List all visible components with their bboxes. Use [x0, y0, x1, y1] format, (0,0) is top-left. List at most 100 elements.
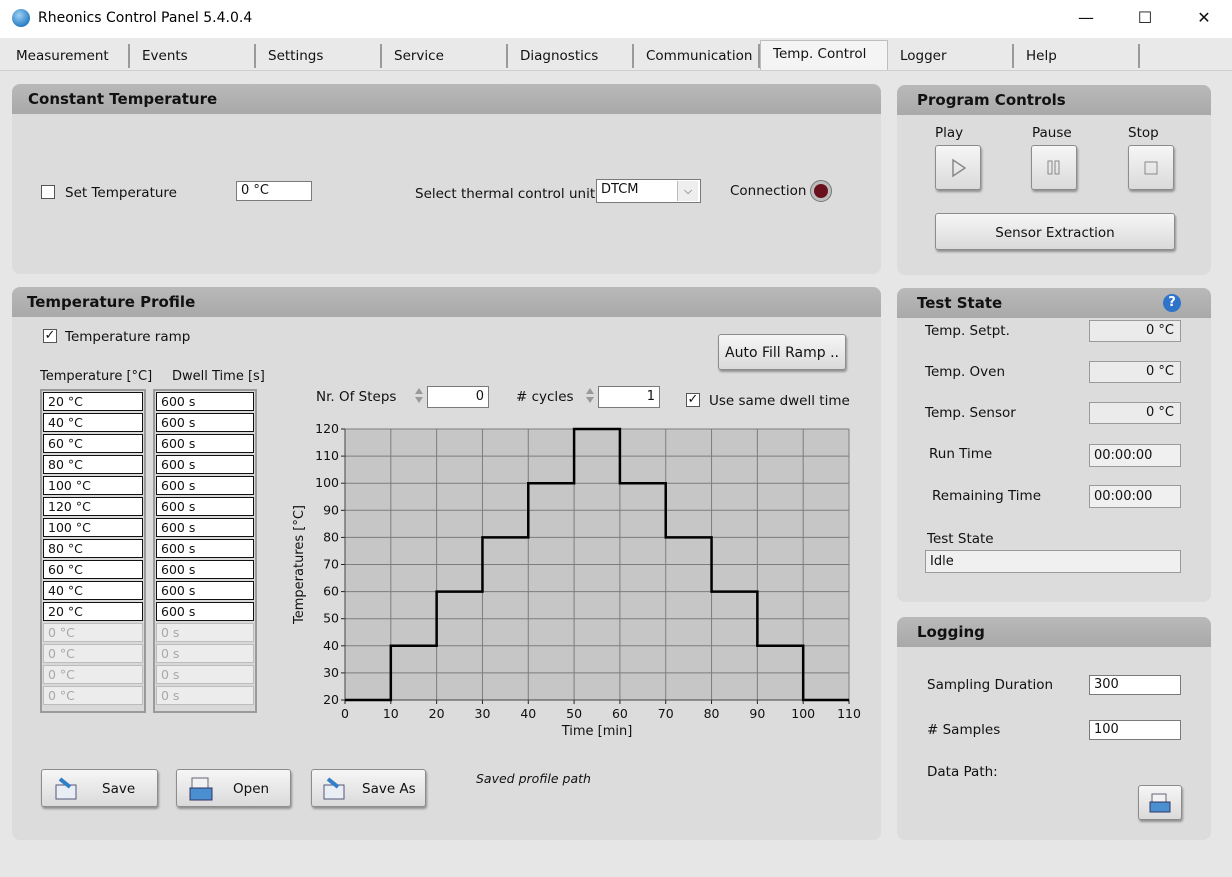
tab-diagnostics[interactable]: Diagnostics	[508, 44, 634, 68]
temperature-cell[interactable]: 0 °C	[43, 665, 143, 684]
save-as-label: Save As	[362, 781, 416, 797]
temperature-cell[interactable]: 100 °C	[43, 476, 143, 495]
play-label: Play	[935, 125, 964, 141]
dwell-time-cell[interactable]: 600 s	[156, 455, 254, 474]
remaining-time-label: Remaining Time	[932, 488, 1042, 504]
dwell-time-cell[interactable]: 600 s	[156, 476, 254, 495]
temperature-cell[interactable]: 40 °C	[43, 413, 143, 432]
dwell-time-cell[interactable]: 600 s	[156, 539, 254, 558]
tab-logger[interactable]: Logger	[888, 44, 1014, 68]
dwell-time-cell[interactable]: 0 s	[156, 686, 254, 705]
dwell-column-header: Dwell Time [s]	[172, 369, 265, 384]
x-tick-label: 20	[429, 706, 445, 721]
maximize-button[interactable]: ☐	[1116, 0, 1174, 36]
close-button[interactable]: ✕	[1175, 0, 1232, 36]
play-icon	[952, 158, 967, 178]
nr-steps-label: Nr. Of Steps	[316, 389, 397, 405]
dwell-time-cell[interactable]: 600 s	[156, 392, 254, 411]
cycles-input[interactable]: 1	[598, 386, 660, 408]
y-tick-label: 120	[315, 421, 339, 436]
stop-button[interactable]	[1128, 145, 1174, 190]
temp-sensor-label: Temp. Sensor	[925, 405, 1016, 421]
open-button[interactable]: Open	[176, 769, 291, 807]
nr-steps-input[interactable]: 0	[427, 386, 489, 408]
set-temperature-label: Set Temperature	[65, 185, 177, 201]
play-button[interactable]	[935, 145, 981, 190]
x-tick-label: 30	[475, 706, 491, 721]
tab-service[interactable]: Service	[382, 44, 508, 68]
cycles-spinner[interactable]	[582, 385, 598, 407]
thermal-unit-value: DTCM	[601, 182, 639, 197]
save-as-icon	[323, 777, 345, 800]
x-tick-label: 110	[837, 706, 861, 721]
save-button[interactable]: Save	[41, 769, 158, 807]
remaining-time-value: 00:00:00	[1089, 485, 1181, 508]
y-tick-label: 60	[323, 584, 339, 599]
run-time-label: Run Time	[929, 446, 993, 462]
y-tick-label: 20	[323, 692, 339, 707]
sensor-extraction-button[interactable]: Sensor Extraction	[935, 213, 1175, 250]
temperature-cell[interactable]: 120 °C	[43, 497, 143, 516]
connection-indicator	[814, 184, 828, 198]
tab-help[interactable]: Help	[1014, 44, 1140, 68]
temperature-cell[interactable]: 20 °C	[43, 602, 143, 621]
temperature-ramp-checkbox[interactable]: ✓	[43, 329, 57, 343]
dwell-time-cell[interactable]: 600 s	[156, 560, 254, 579]
minimize-button[interactable]: —	[1057, 0, 1115, 36]
saved-profile-path: Saved profile path	[476, 771, 591, 786]
dwell-time-cell[interactable]: 0 s	[156, 665, 254, 684]
samples-input[interactable]: 100	[1089, 720, 1181, 740]
same-dwell-checkbox[interactable]: ✓	[686, 393, 700, 407]
dwell-time-cell[interactable]: 600 s	[156, 497, 254, 516]
set-temperature-input[interactable]: 0 °C	[236, 181, 312, 201]
run-time-value: 00:00:00	[1089, 444, 1181, 467]
thermal-unit-label: Select thermal control unit	[415, 186, 596, 202]
temperature-cell[interactable]: 60 °C	[43, 434, 143, 453]
x-tick-label: 80	[704, 706, 720, 721]
temperature-cell[interactable]: 40 °C	[43, 581, 143, 600]
tab-communication[interactable]: Communication	[634, 44, 760, 68]
temperature-cell[interactable]: 0 °C	[43, 623, 143, 642]
help-icon[interactable]: ?	[1163, 294, 1181, 312]
y-tick-label: 40	[323, 638, 339, 653]
chevron-down-icon[interactable]: ⌵	[677, 181, 698, 201]
tab-measurement[interactable]: Measurement	[4, 44, 130, 68]
pause-button[interactable]	[1031, 145, 1077, 190]
temperature-cell[interactable]: 20 °C	[43, 392, 143, 411]
save-as-button[interactable]: Save As	[311, 769, 426, 807]
dwell-time-cell[interactable]: 600 s	[156, 602, 254, 621]
dwell-time-list[interactable]: 600 s 600 s 600 s 600 s 600 s 600 s 600 s 600 s…	[153, 389, 257, 713]
tab-temp-control[interactable]: Temp. Control	[760, 40, 888, 70]
temperature-cell[interactable]: 100 °C	[43, 518, 143, 537]
tab-settings[interactable]: Settings	[256, 44, 382, 68]
temperature-cell[interactable]: 60 °C	[43, 560, 143, 579]
temperature-cell[interactable]: 0 °C	[43, 686, 143, 705]
tab-events[interactable]: Events	[130, 44, 256, 68]
temperature-cell[interactable]: 80 °C	[43, 539, 143, 558]
temp-setpt-value: 0 °C	[1089, 320, 1181, 342]
sampling-duration-label: Sampling Duration	[927, 677, 1054, 693]
dwell-time-cell[interactable]: 0 s	[156, 623, 254, 642]
cycles-label: # cycles	[516, 389, 574, 405]
dwell-time-cell[interactable]: 600 s	[156, 413, 254, 432]
dwell-time-cell[interactable]: 600 s	[156, 518, 254, 537]
x-tick-label: 10	[383, 706, 399, 721]
constant-temperature-panel: Constant Temperature	[12, 84, 881, 274]
stop-icon	[1144, 161, 1158, 175]
temperature-cell[interactable]: 80 °C	[43, 455, 143, 474]
auto-fill-ramp-button[interactable]: Auto Fill Ramp ..	[718, 334, 846, 370]
temperature-list[interactable]: 20 °C 40 °C 60 °C 80 °C 100 °C 120 °C 100 °C 80…	[40, 389, 146, 713]
connection-label: Connection	[730, 183, 807, 199]
dwell-time-cell[interactable]: 600 s	[156, 434, 254, 453]
browse-data-path-button[interactable]	[1138, 785, 1182, 820]
dwell-time-cell[interactable]: 0 s	[156, 644, 254, 663]
temperature-cell[interactable]: 0 °C	[43, 644, 143, 663]
panel-title: Constant Temperature	[12, 84, 881, 114]
app-logo-icon	[12, 9, 30, 27]
set-temperature-checkbox[interactable]	[41, 185, 55, 199]
test-state-value: Idle	[925, 550, 1181, 573]
dwell-time-cell[interactable]: 600 s	[156, 581, 254, 600]
temperature-column-header: Temperature [°C]	[40, 369, 153, 384]
nr-steps-spinner[interactable]	[411, 385, 427, 407]
sampling-duration-input[interactable]: 300	[1089, 675, 1181, 695]
